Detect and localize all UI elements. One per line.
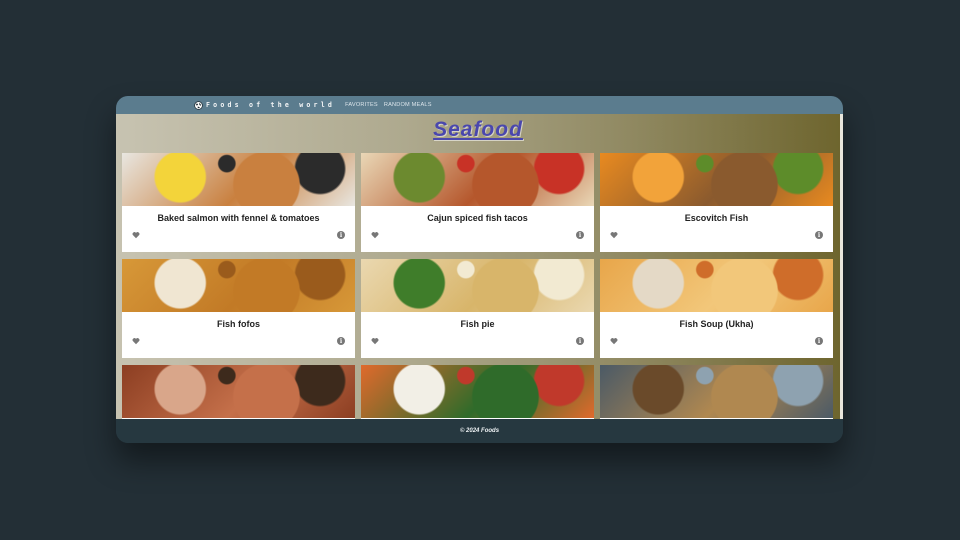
heart-icon[interactable] [371,231,379,239]
meal-card[interactable]: i [122,365,355,419]
meal-title: Fish Soup (Ukha) [679,319,754,329]
app-window: Foods of the world FAVORITES RANDOM MEAL… [116,96,843,443]
info-icon[interactable]: i [576,337,584,345]
footer-text: © 2024 Foods [459,428,500,434]
meal-image[interactable] [122,259,355,312]
heart-icon[interactable] [610,337,618,345]
info-icon[interactable]: i [815,337,823,345]
meal-card[interactable]: i [600,365,833,419]
info-icon[interactable]: i [337,337,345,345]
meal-image[interactable] [600,365,833,418]
meal-title: Escovitch Fish [684,213,749,223]
card-actions: i [371,337,584,345]
brand[interactable]: Foods of the world [194,100,336,110]
meal-image[interactable] [600,259,833,312]
info-icon[interactable]: i [576,231,584,239]
meal-card[interactable]: Fish pie i [361,259,594,358]
meal-card[interactable]: Escovitch Fish i [600,153,833,252]
footer: © 2024 Foods [116,419,843,443]
meal-title: Baked salmon with fennel & tomatoes [157,213,320,223]
meal-title: Cajun spiced fish tacos [427,213,528,223]
card-actions: i [610,337,823,345]
meal-title: Fish fofos [217,319,260,329]
heart-icon[interactable] [132,231,140,239]
meal-card[interactable]: Baked salmon with fennel & tomatoes i [122,153,355,252]
nav-link-favorites[interactable]: FAVORITES [345,102,378,108]
meal-image[interactable] [600,153,833,206]
meal-grid: Baked salmon with fennel & tomatoes i Caju… [122,153,834,419]
info-icon[interactable]: i [815,231,823,239]
meal-card[interactable]: Cajun spiced fish tacos i [361,153,594,252]
meal-image[interactable] [122,153,355,206]
card-actions: i [371,231,584,239]
meal-card[interactable]: i [361,365,594,419]
info-icon[interactable]: i [337,231,345,239]
heart-icon[interactable] [132,337,140,345]
navbar: Foods of the world FAVORITES RANDOM MEAL… [116,96,843,114]
meal-card[interactable]: Fish fofos i [122,259,355,358]
card-actions: i [132,231,345,239]
meal-image[interactable] [361,259,594,312]
heart-icon[interactable] [371,337,379,345]
globe-icon [194,100,203,110]
meal-title: Fish pie [460,319,495,329]
nav-link-random-meals[interactable]: RANDOM MEALS [384,102,432,108]
card-actions: i [610,231,823,239]
main-content: Seafood Baked salmon with fennel & tomat… [116,114,843,419]
page-title: Seafood [433,118,523,141]
meal-image[interactable] [122,365,355,418]
heart-icon[interactable] [610,231,618,239]
card-actions: i [132,337,345,345]
brand-name: Foods of the world [206,101,336,109]
meal-image[interactable] [361,365,594,418]
meal-image[interactable] [361,153,594,206]
meal-card[interactable]: Fish Soup (Ukha) i [600,259,833,358]
